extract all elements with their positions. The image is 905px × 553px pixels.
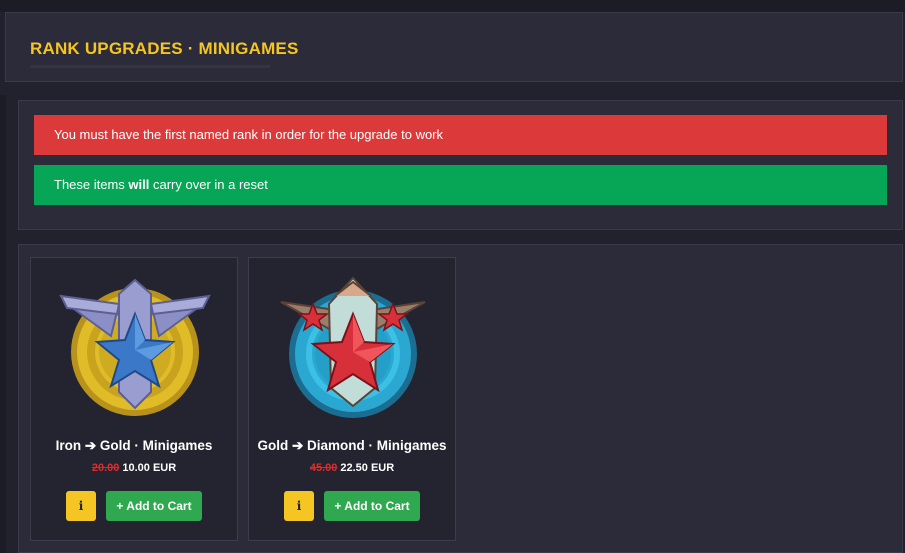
alert-text-bold: will xyxy=(128,177,150,192)
notice-panel: You must have the first named rank in or… xyxy=(18,100,903,230)
gold-diamond-rank-badge-icon xyxy=(280,276,426,418)
info-button[interactable]: i xyxy=(284,491,314,521)
reset-carryover-alert: These items will carry over in a reset xyxy=(34,165,887,205)
left-strip xyxy=(0,95,6,553)
alert-text-before: These items xyxy=(54,177,129,192)
info-button[interactable]: i xyxy=(66,491,96,521)
product-card: Gold ➔ Diamond · Minigames 45.00 22.50 EU… xyxy=(248,257,456,541)
alert-text-after: carry over in a reset xyxy=(149,177,268,192)
products-panel: Iron ➔ Gold · Minigames 20.00 10.00 EUR i… xyxy=(18,244,903,553)
original-price: 20.00 xyxy=(91,462,120,474)
rank-requirement-alert: You must have the first named rank in or… xyxy=(34,115,887,155)
add-to-cart-button[interactable]: + Add to Cart xyxy=(324,491,420,521)
product-name: Gold ➔ Diamond · Minigames xyxy=(257,438,447,453)
product-name: Iron ➔ Gold · Minigames xyxy=(55,438,213,453)
sale-price: 10.00 EUR xyxy=(122,462,177,474)
add-to-cart-button[interactable]: + Add to Cart xyxy=(106,491,202,521)
top-strip xyxy=(0,0,905,12)
product-price: 45.00 22.50 EUR xyxy=(249,462,455,474)
original-price: 45.00 xyxy=(309,462,338,474)
product-price: 20.00 10.00 EUR xyxy=(31,462,237,474)
category-header: RANK UPGRADES · MINIGAMES xyxy=(5,12,903,82)
sale-price: 22.50 EUR xyxy=(340,462,395,474)
page-title: RANK UPGRADES · MINIGAMES xyxy=(30,39,299,58)
title-underline xyxy=(30,65,270,68)
iron-gold-rank-badge-icon xyxy=(59,278,211,416)
product-card: Iron ➔ Gold · Minigames 20.00 10.00 EUR i… xyxy=(30,257,238,541)
